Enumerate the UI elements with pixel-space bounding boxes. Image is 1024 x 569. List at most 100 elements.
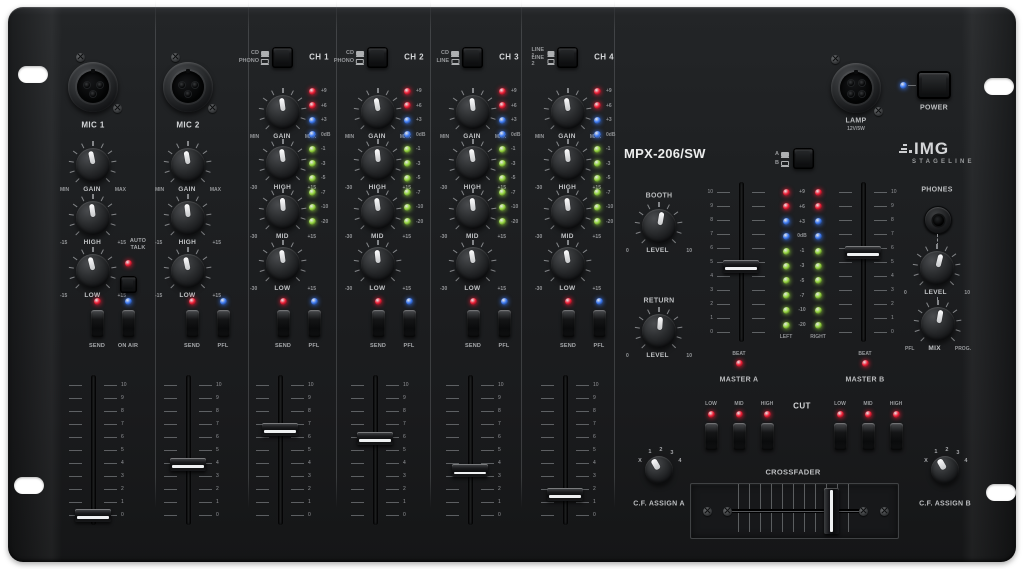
high-knob[interactable] [76, 201, 110, 235]
pfl-button[interactable] [498, 310, 511, 337]
gain-knob[interactable] [266, 95, 300, 129]
ch-3-fader-track[interactable] [468, 375, 473, 525]
fader-scale-number: 3 [403, 473, 406, 479]
selector-position-label: 4 [678, 458, 681, 464]
fader-tick [386, 424, 399, 425]
crossfader-handle[interactable] [824, 488, 839, 534]
fader-tick [69, 489, 82, 490]
fader-tick [874, 192, 887, 193]
knob-tick [266, 125, 270, 129]
low-knob[interactable] [551, 247, 585, 281]
ch-4-fader-track[interactable] [563, 375, 568, 525]
mid-knob[interactable] [456, 195, 490, 229]
knob-tick [648, 204, 651, 209]
cf-assign-a-selector[interactable] [645, 456, 673, 484]
ch-2-fader-track[interactable] [373, 375, 378, 525]
fader-scale-number: 4 [710, 273, 713, 279]
booth-level-knob[interactable] [642, 209, 676, 243]
knob-tick [449, 208, 454, 210]
cut-low-b-button[interactable] [834, 423, 847, 450]
cf-assign-b-selector[interactable] [931, 456, 959, 484]
send-button[interactable] [467, 310, 480, 337]
mic-1-fader-handle[interactable] [75, 509, 111, 522]
low-knob[interactable] [76, 254, 110, 288]
pfl-button[interactable] [308, 310, 321, 337]
cut-mid-b-button[interactable] [862, 423, 875, 450]
meter-scale-label: -10 [511, 204, 518, 210]
fader-scale-number: 1 [593, 499, 596, 505]
high-knob[interactable] [551, 146, 585, 180]
power-button[interactable] [917, 71, 951, 99]
on-air-button[interactable] [122, 310, 135, 337]
high-knob[interactable] [171, 201, 205, 235]
mic-1-fader-track[interactable] [91, 375, 96, 525]
low-knob[interactable] [171, 254, 205, 288]
send-button[interactable] [277, 310, 290, 337]
fader-scale-number: 0 [891, 329, 894, 335]
mid-knob[interactable] [551, 195, 585, 229]
high-knob[interactable] [266, 146, 300, 180]
ch-3-fader-handle[interactable] [452, 464, 488, 477]
fader-scale-number: 5 [216, 447, 219, 453]
fader-scale-number: 7 [891, 231, 894, 237]
mic-2-fader-track[interactable] [186, 375, 191, 525]
gain-knob[interactable] [171, 148, 205, 182]
high-knob[interactable] [361, 146, 395, 180]
ch-1-fader-handle[interactable] [262, 423, 298, 436]
pfl-button[interactable] [593, 310, 606, 337]
cut-high-a-button[interactable] [761, 423, 774, 450]
input-select-switch[interactable] [367, 47, 388, 68]
selector-position-label: 3 [670, 450, 673, 456]
rack-mount-hole [18, 66, 48, 83]
pfl-button[interactable] [403, 310, 416, 337]
gain-knob[interactable] [456, 95, 490, 129]
low-knob[interactable] [456, 247, 490, 281]
auto-talk-switch[interactable] [120, 276, 137, 293]
gain-knob[interactable] [76, 148, 110, 182]
master-b-fader-track[interactable] [861, 182, 866, 342]
mid-knob[interactable] [361, 195, 395, 229]
send-button[interactable] [372, 310, 385, 337]
knob-tick [302, 260, 307, 262]
cut-high-b-button[interactable] [890, 423, 903, 450]
cut-mid-a-button[interactable] [733, 423, 746, 450]
pfl-button[interactable] [217, 310, 230, 337]
low-knob[interactable] [266, 247, 300, 281]
ch-4-fader-handle[interactable] [547, 488, 583, 501]
low-knob[interactable] [361, 247, 395, 281]
knob-tick [639, 211, 643, 215]
return-level-knob[interactable] [642, 314, 676, 348]
send-button[interactable] [562, 310, 575, 337]
fader-scale-number: 0 [710, 329, 713, 335]
master-ab-switch[interactable] [793, 148, 814, 169]
input-select-switch[interactable] [462, 47, 483, 68]
send-button[interactable] [91, 310, 104, 337]
gain-knob[interactable] [361, 95, 395, 129]
fader-scale-number: 4 [121, 460, 124, 466]
phones-mix-knob[interactable] [921, 307, 955, 341]
fader-tick [717, 248, 730, 249]
fader-scale-number: 2 [121, 486, 124, 492]
phones-level-knob[interactable] [920, 251, 954, 285]
send-button[interactable] [186, 310, 199, 337]
fader-scale-number: 0 [121, 512, 124, 518]
knob-scale: -15HIGH+15 [60, 239, 126, 246]
fader-tick [752, 206, 765, 207]
fader-tick [541, 385, 554, 386]
knob-tick [951, 337, 955, 341]
knob-tick [301, 269, 306, 272]
gain-knob[interactable] [551, 95, 585, 129]
beat-label: BEAT [858, 351, 871, 357]
cut-low-a-button[interactable] [705, 423, 718, 450]
ch-1-fader-track[interactable] [278, 375, 283, 525]
ch-2-fader-handle[interactable] [357, 432, 393, 445]
input-select-switch[interactable] [272, 47, 293, 68]
fader-scale-number: 8 [308, 408, 311, 414]
fader-tick [752, 318, 765, 319]
master-a-fader-handle[interactable] [723, 260, 759, 273]
mid-knob[interactable] [266, 195, 300, 229]
high-knob[interactable] [456, 146, 490, 180]
mic-2-fader-handle[interactable] [170, 458, 206, 471]
master-b-fader-handle[interactable] [845, 246, 881, 259]
input-select-switch[interactable] [557, 47, 578, 68]
